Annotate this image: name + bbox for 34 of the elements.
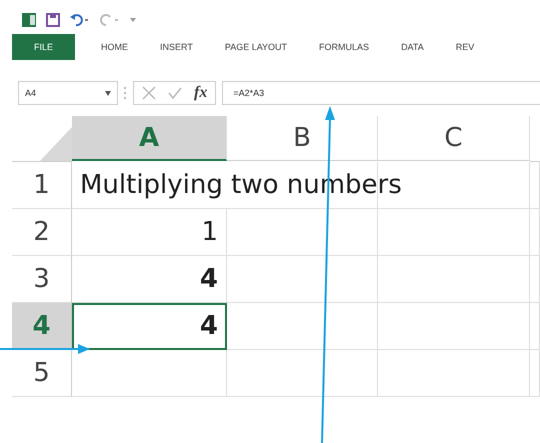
row-header[interactable]: 4 [12,303,72,350]
row-header[interactable]: 2 [12,209,72,256]
check-icon[interactable] [168,86,182,100]
save-icon[interactable] [46,13,60,27]
ribbon-tab[interactable]: DATA [385,34,440,60]
cancel-icon[interactable] [142,86,156,100]
column-header[interactable]: C [378,116,530,161]
cell-value: 4 [200,311,218,341]
column-header[interactable]: A [72,116,227,161]
name-box[interactable]: A4 [18,81,118,105]
formula-field[interactable]: =A2*A3 [222,81,540,105]
redo-icon[interactable] [100,13,120,27]
table-cell [530,256,540,303]
insert-function-button[interactable]: fx [194,84,208,102]
caret-icon[interactable] [105,90,111,96]
ribbon-tab[interactable]: FORMULAS [303,34,386,60]
table-cell [530,162,540,209]
grip-icon [124,87,127,99]
row-header[interactable]: 1 [12,162,72,209]
spreadsheet-app-icon [22,13,36,27]
ribbon-tab[interactable]: HOME [85,34,144,60]
undo-icon[interactable] [70,13,90,27]
column-header[interactable]: B [227,116,378,161]
table-cell [530,209,540,256]
ribbon-tab[interactable]: REV [440,34,490,60]
table-cell [530,303,540,350]
cell-value: 1 [201,217,218,247]
row-header[interactable]: 5 [12,350,72,397]
file-tab[interactable]: FILE [12,34,76,60]
ribbon-tab[interactable]: PAGE LAYOUT [208,34,304,60]
cell-value: 4 [200,264,218,294]
table-cell [530,350,540,397]
ribbon-tab[interactable]: INSERT [144,34,209,60]
row-header[interactable]: 3 [12,256,72,303]
